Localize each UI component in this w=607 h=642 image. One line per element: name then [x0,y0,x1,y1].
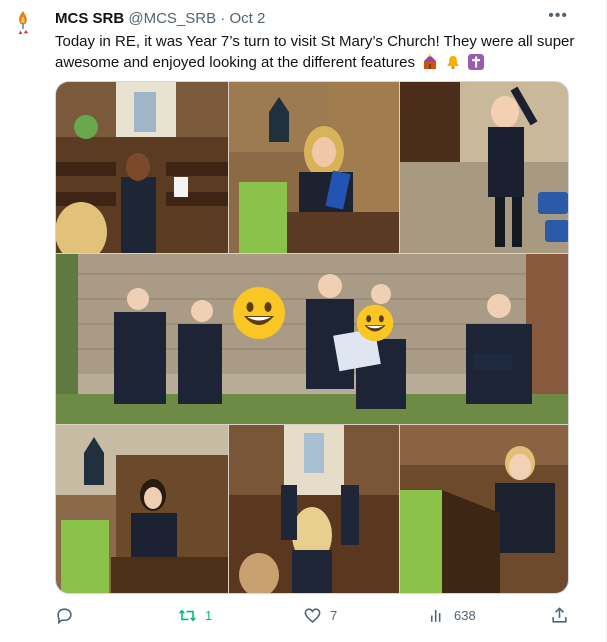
view-count: 638 [454,608,476,623]
photo-lectern-girl[interactable] [229,82,399,253]
views-bar-chart-icon [430,609,441,622]
heart-icon [304,608,321,623]
share-icon [552,607,567,623]
logo-mark: ▲♣ [17,30,29,36]
cross-emoji [468,54,485,70]
photo-collage[interactable] [55,81,569,594]
photo-lectern-boy[interactable] [400,425,568,593]
tweet[interactable]: ▲♣ MCS SRB @MCS_SRB · Oct 2 ••• Today in… [0,0,607,642]
photo-church-nave[interactable] [229,425,399,593]
share-button[interactable] [550,606,569,625]
tweet-date[interactable]: Oct 2 [229,10,265,27]
face-cover-emoji-small [356,304,394,342]
retweet-button[interactable]: 1 [178,606,212,625]
reply-icon [57,608,72,625]
tweet-header: MCS SRB @MCS_SRB · Oct 2 [55,9,265,29]
like-button[interactable]: 7 [303,606,337,625]
like-count: 7 [330,608,338,623]
separator: · [220,10,226,27]
face-cover-emoji-large [233,287,285,339]
handle[interactable]: @MCS_SRB [128,10,216,27]
display-name[interactable]: MCS SRB [55,10,124,27]
reply-button[interactable] [55,606,82,625]
more-options-icon[interactable]: ••• [548,7,568,25]
church-emoji [424,54,437,69]
school-logo-icon [19,11,27,29]
retweet-count: 1 [205,608,213,623]
avatar[interactable]: ▲♣ [8,10,38,44]
photo-altar-boy[interactable] [400,82,568,253]
bell-emoji [447,56,460,70]
photo-group[interactable] [56,254,568,424]
tweet-actions: 1 7 638 [55,606,569,630]
tweet-body: Today in RE, it was Year 7’s turn to vis… [55,33,575,71]
photo-lectern-girl-2[interactable] [56,425,228,593]
retweet-icon [179,609,196,622]
tweet-text: Today in RE, it was Year 7’s turn to vis… [55,31,575,73]
photo-church-pews[interactable] [56,82,228,253]
views-button[interactable]: 638 [427,606,476,625]
